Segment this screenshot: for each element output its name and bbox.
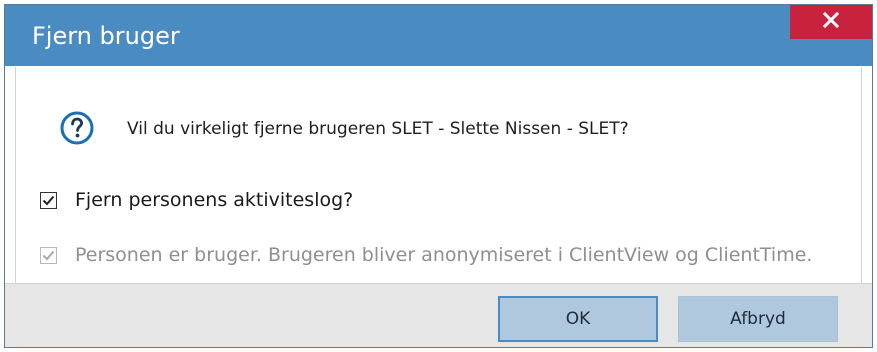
- checkmark-icon: [42, 250, 55, 260]
- close-icon: [822, 11, 840, 32]
- title-bar[interactable]: Fjern bruger: [5, 5, 872, 66]
- anonymize-user-checkbox: [40, 246, 57, 264]
- dialog-title: Fjern bruger: [32, 22, 180, 50]
- anonymize-user-option: Personen er bruger. Brugeren bliver anon…: [40, 244, 812, 266]
- dialog-content: Vil du virkeligt fjerne brugeren SLET - …: [15, 67, 862, 283]
- dialog-footer: OK Afbryd: [5, 283, 872, 347]
- ok-button[interactable]: OK: [498, 296, 658, 342]
- remove-user-dialog: Fjern bruger Vil du virkeligt fjerne bru…: [4, 4, 873, 348]
- question-icon: [60, 111, 94, 145]
- anonymize-user-label: Personen er bruger. Brugeren bliver anon…: [75, 244, 813, 266]
- cancel-button[interactable]: Afbryd: [678, 296, 838, 342]
- confirmation-message: Vil du virkeligt fjerne brugeren SLET - …: [127, 119, 629, 139]
- remove-activity-log-option[interactable]: Fjern personens aktiviteslog?: [40, 189, 353, 211]
- remove-activity-log-checkbox[interactable]: [40, 191, 57, 209]
- close-button[interactable]: [790, 5, 872, 39]
- checkmark-icon: [42, 195, 55, 205]
- remove-activity-log-label: Fjern personens aktiviteslog?: [75, 189, 354, 211]
